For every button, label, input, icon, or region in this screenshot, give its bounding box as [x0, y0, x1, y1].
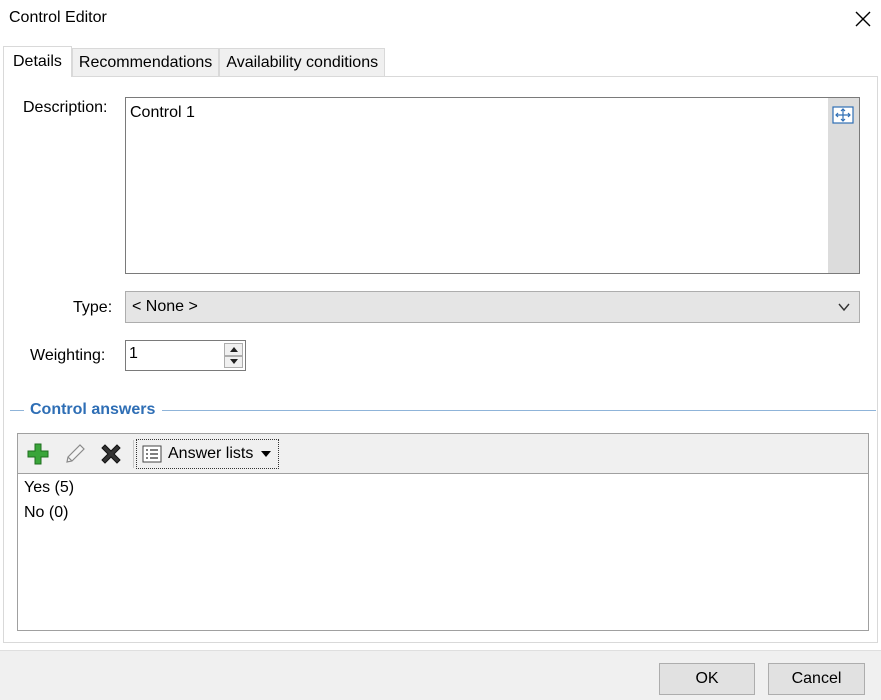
window-title: Control Editor — [9, 9, 107, 26]
description-field[interactable]: Control 1 — [125, 97, 860, 274]
caret-up-icon — [229, 346, 238, 352]
weighting-stepper[interactable]: 1 — [125, 340, 246, 371]
increment-button[interactable] — [224, 343, 243, 356]
cancel-button[interactable]: Cancel — [768, 663, 865, 695]
tab-availability-conditions[interactable]: Availability conditions — [219, 48, 386, 77]
answer-list: Yes (5) No (0) — [18, 475, 868, 525]
caret-down-icon — [229, 359, 238, 365]
tab-details[interactable]: Details — [3, 46, 72, 77]
description-value: Control 1 — [130, 104, 195, 121]
weighting-label: Weighting: — [30, 347, 106, 364]
group-divider-left — [10, 410, 24, 411]
add-answer-button[interactable] — [24, 440, 52, 468]
description-label: Description: — [23, 99, 108, 116]
details-panel: Description: Control 1 Type: < None > We… — [3, 76, 878, 643]
close-button[interactable] — [848, 4, 878, 34]
close-icon — [855, 11, 871, 27]
toolbar-separator — [133, 440, 134, 468]
decrement-button[interactable] — [224, 355, 243, 368]
expand-editor-button[interactable] — [832, 106, 854, 124]
pencil-icon — [66, 444, 85, 463]
edit-answer-button[interactable] — [61, 440, 89, 468]
answer-lists-label: Answer lists — [168, 445, 254, 462]
answer-item-yes[interactable]: Yes (5) — [18, 475, 868, 500]
dropdown-arrow-icon — [261, 451, 272, 457]
dialog-footer: OK Cancel — [0, 651, 881, 700]
plus-icon — [27, 443, 49, 465]
list-icon — [142, 445, 162, 463]
title-bar: Control Editor — [0, 0, 881, 38]
type-dropdown[interactable]: < None > — [125, 291, 860, 323]
group-divider-right — [162, 410, 876, 411]
answer-lists-button[interactable]: Answer lists — [136, 439, 279, 469]
ok-button[interactable]: OK — [659, 663, 755, 695]
chevron-down-icon — [838, 303, 850, 312]
type-label: Type: — [73, 299, 113, 316]
delete-icon — [101, 444, 121, 464]
tab-recommendations[interactable]: Recommendations — [71, 48, 220, 77]
delete-answer-button[interactable] — [97, 440, 125, 468]
expand-icon — [832, 106, 854, 124]
control-answers-heading: Control answers — [30, 401, 156, 418]
type-value: < None > — [132, 298, 198, 315]
spin-buttons — [224, 343, 243, 368]
description-side-bar — [828, 98, 859, 273]
answer-item-no[interactable]: No (0) — [18, 500, 868, 525]
control-answers-box: Answer lists Yes (5) No (0) — [17, 433, 869, 631]
answers-toolbar: Answer lists — [18, 434, 868, 474]
weighting-value: 1 — [129, 345, 138, 362]
tab-strip: Details Recommendations Availability con… — [3, 46, 386, 77]
